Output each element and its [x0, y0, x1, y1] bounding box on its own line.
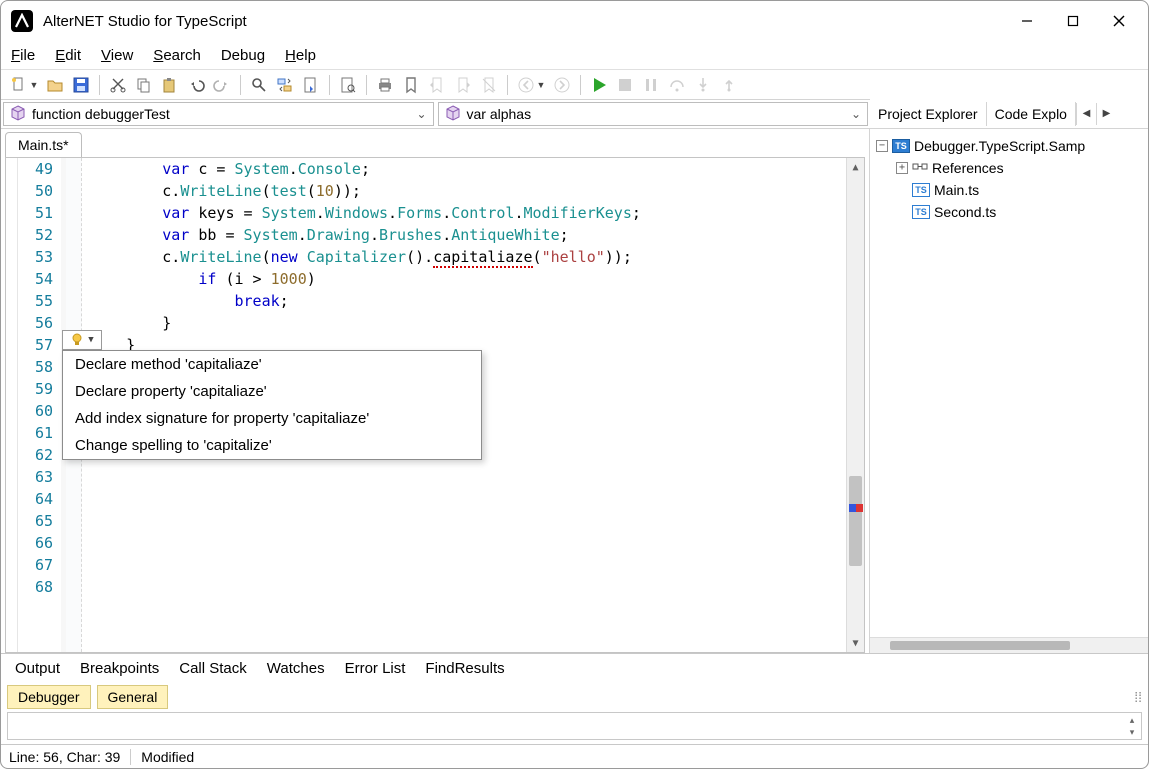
step-out-button[interactable]: [717, 73, 741, 97]
hscroll-thumb[interactable]: [890, 641, 1070, 650]
chevron-down-icon: ⌄: [851, 107, 861, 121]
run-button[interactable]: [587, 73, 611, 97]
paste-button[interactable]: [158, 73, 182, 97]
side-tab-scroll-left[interactable]: ◀: [1076, 103, 1096, 125]
status-position: Line: 56, Char: 39: [9, 749, 120, 765]
menu-help[interactable]: Help: [285, 47, 316, 64]
new-file-button[interactable]: ▼: [7, 73, 41, 97]
output-source-debugger[interactable]: Debugger: [7, 685, 91, 709]
code-fix-menu: Declare method 'capitaliaze' Declare pro…: [62, 350, 482, 460]
output-text[interactable]: ▴ ▾: [7, 712, 1142, 740]
bookmark-toggle-button[interactable]: [399, 73, 423, 97]
step-over-button[interactable]: [665, 73, 689, 97]
scroll-down-icon[interactable]: ▼: [847, 634, 864, 652]
line-number-gutter: 4950515253545556575859606162636465666768: [18, 158, 66, 652]
lightbulb-icon: [70, 333, 84, 347]
editor-tab-strip: Main.ts*: [1, 129, 869, 157]
tab-watches[interactable]: Watches: [257, 656, 335, 681]
window-title: AlterNET Studio for TypeScript: [43, 13, 247, 30]
codefix-add-index-signature[interactable]: Add index signature for property 'capita…: [63, 405, 481, 432]
print-button[interactable]: [373, 73, 397, 97]
project-tree: − TS Debugger.TypeScript.Samp + Referenc…: [870, 129, 1148, 637]
scrollbar-thumb[interactable]: [849, 476, 862, 566]
status-bar: Line: 56, Char: 39 Modified: [1, 744, 1148, 768]
lightbulb-button[interactable]: ▼: [62, 330, 102, 350]
chevron-down-icon: ▼: [88, 335, 93, 345]
scope-dropdown[interactable]: function debuggerTest ⌄: [3, 102, 434, 126]
menu-view[interactable]: View: [101, 47, 133, 64]
bookmark-prev-button[interactable]: [425, 73, 449, 97]
find-button[interactable]: [247, 73, 271, 97]
open-file-button[interactable]: [43, 73, 67, 97]
collapse-icon[interactable]: −: [876, 140, 888, 152]
cube-icon: [445, 105, 461, 124]
find-in-files-button[interactable]: [336, 73, 360, 97]
tab-project-explorer[interactable]: Project Explorer: [870, 102, 987, 126]
bottom-panel: Output Breakpoints Call Stack Watches Er…: [1, 653, 1148, 744]
goto-button[interactable]: [299, 73, 323, 97]
status-modified: Modified: [141, 749, 194, 765]
bookmark-next-button[interactable]: [451, 73, 475, 97]
tree-file-second[interactable]: TS Second.ts: [874, 201, 1144, 223]
menu-file[interactable]: File: [11, 47, 35, 64]
tree-file-main[interactable]: TS Main.ts: [874, 179, 1144, 201]
stop-button[interactable]: [613, 73, 637, 97]
save-button[interactable]: [69, 73, 93, 97]
chevron-down-icon: ⌄: [416, 107, 426, 121]
tree-references[interactable]: + References: [874, 157, 1144, 179]
tree-root[interactable]: − TS Debugger.TypeScript.Samp: [874, 135, 1144, 157]
pause-button[interactable]: [639, 73, 663, 97]
editor-scrollbar[interactable]: ▲ ▼: [846, 158, 864, 652]
output-source-general[interactable]: General: [97, 685, 169, 709]
nav-fwd-button[interactable]: [550, 73, 574, 97]
code-editor[interactable]: 4950515253545556575859606162636465666768…: [5, 157, 865, 653]
scrollbar-marker: [849, 504, 863, 512]
minimize-button[interactable]: [1004, 2, 1050, 40]
scroll-down-icon[interactable]: ▾: [1125, 726, 1139, 738]
title-bar: AlterNET Studio for TypeScript: [1, 1, 1148, 41]
maximize-button[interactable]: [1050, 2, 1096, 40]
editor-tab-main[interactable]: Main.ts*: [5, 132, 82, 157]
close-button[interactable]: [1096, 2, 1142, 40]
cube-icon: [10, 105, 26, 124]
sidebar-hscroll[interactable]: [870, 637, 1148, 653]
cut-button[interactable]: [106, 73, 130, 97]
toolbar: ▼ ▼: [1, 69, 1148, 99]
tab-output[interactable]: Output: [5, 656, 70, 681]
menu-bar: File Edit View Search Debug Help: [1, 41, 1148, 69]
tab-breakpoints[interactable]: Breakpoints: [70, 656, 169, 681]
copy-button[interactable]: [132, 73, 156, 97]
bookmark-clear-button[interactable]: [477, 73, 501, 97]
tab-code-explorer[interactable]: Code Explo: [987, 102, 1076, 126]
references-icon: [912, 160, 928, 176]
tab-find-results[interactable]: FindResults: [415, 656, 514, 681]
undo-button[interactable]: [184, 73, 208, 97]
member-dropdown[interactable]: var alphas ⌄: [438, 102, 869, 126]
tab-error-list[interactable]: Error List: [335, 656, 416, 681]
menu-search[interactable]: Search: [153, 47, 201, 64]
ts-file-icon: TS: [912, 205, 930, 219]
side-tab-scroll-right[interactable]: ▶: [1096, 103, 1116, 125]
scroll-up-icon[interactable]: ▴: [1125, 714, 1139, 726]
codefix-declare-property[interactable]: Declare property 'capitaliaze': [63, 378, 481, 405]
menu-edit[interactable]: Edit: [55, 47, 81, 64]
replace-button[interactable]: [273, 73, 297, 97]
member-label: var alphas: [467, 106, 532, 122]
expand-icon[interactable]: +: [896, 162, 908, 174]
app-icon: [11, 10, 33, 32]
codefix-declare-method[interactable]: Declare method 'capitaliaze': [63, 351, 481, 378]
ts-file-icon: TS: [912, 183, 930, 197]
menu-debug[interactable]: Debug: [221, 47, 265, 64]
tab-call-stack[interactable]: Call Stack: [169, 656, 257, 681]
nav-back-button[interactable]: ▼: [514, 73, 548, 97]
scroll-up-icon[interactable]: ▲: [847, 158, 864, 176]
codefix-change-spelling[interactable]: Change spelling to 'capitalize': [63, 432, 481, 459]
resize-grip-icon[interactable]: ⁞⁞: [1134, 689, 1142, 705]
ts-project-icon: TS: [892, 139, 910, 153]
scope-label: function debuggerTest: [32, 106, 170, 122]
redo-button[interactable]: [210, 73, 234, 97]
step-into-button[interactable]: [691, 73, 715, 97]
app-window: AlterNET Studio for TypeScript File Edit…: [0, 0, 1149, 769]
